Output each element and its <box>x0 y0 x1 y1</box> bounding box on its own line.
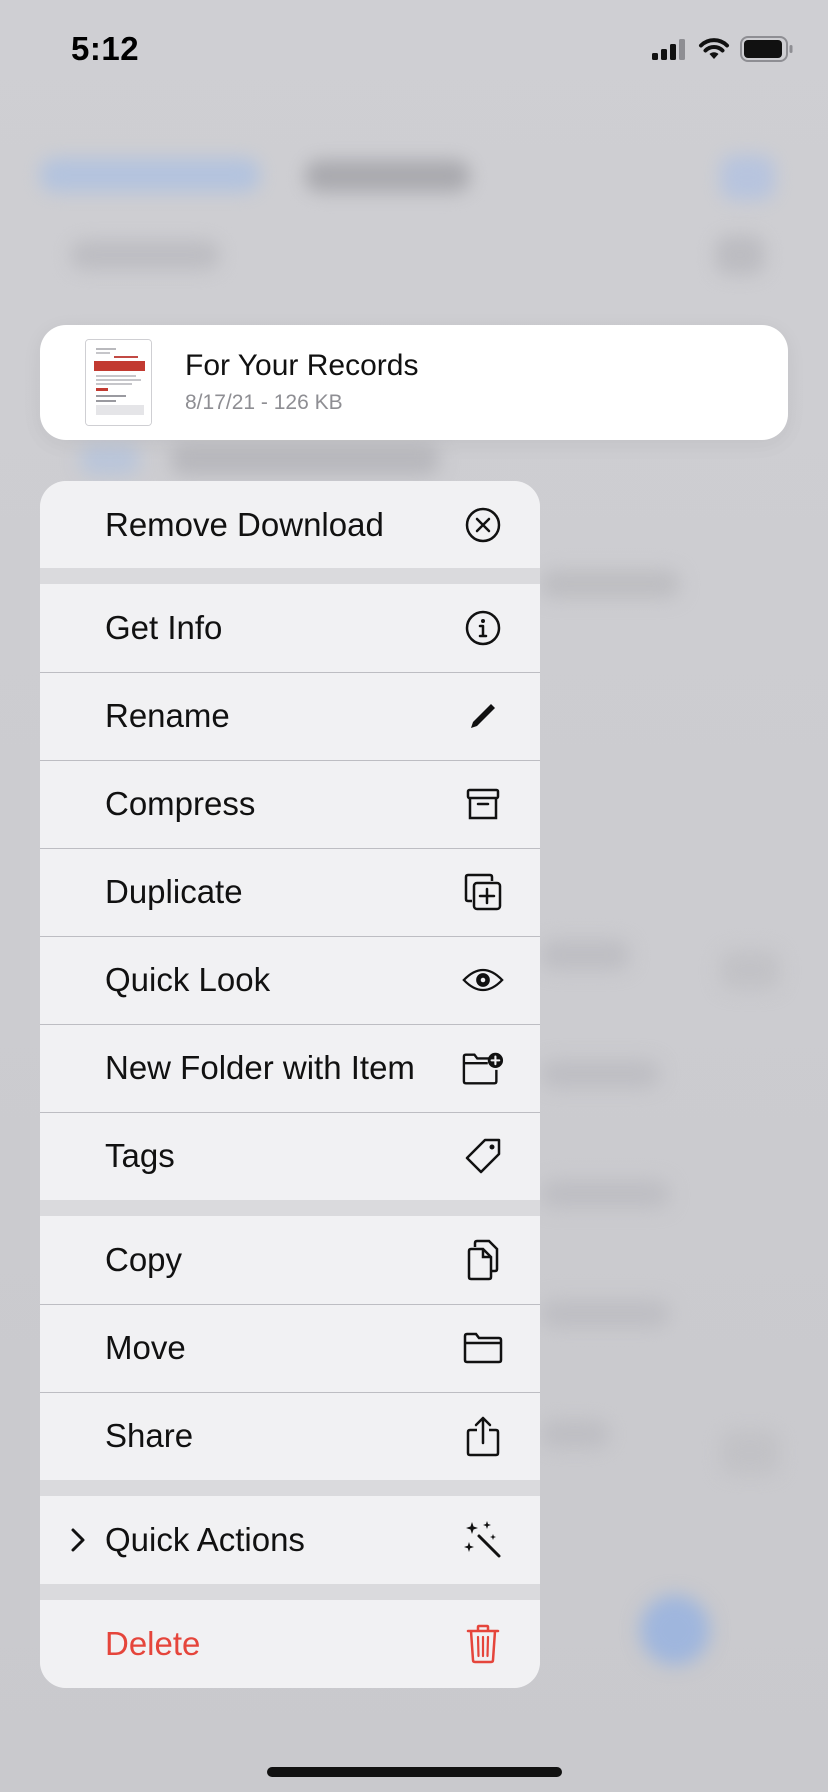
menu-section-separator <box>40 568 540 584</box>
home-indicator[interactable] <box>267 1767 562 1777</box>
menu-item-new-folder-with-item[interactable]: New Folder with Item <box>40 1024 540 1112</box>
info-circle-icon <box>462 607 504 649</box>
menu-item-label: Quick Look <box>105 961 271 998</box>
menu-item-label: Rename <box>105 697 230 734</box>
menu-item-get-info[interactable]: Get Info <box>40 584 540 672</box>
menu-item-label: New Folder with Item <box>105 1049 415 1086</box>
cellular-signal-icon <box>652 38 688 60</box>
square-and-arrow-up-icon <box>462 1415 504 1457</box>
pencil-icon <box>462 695 504 737</box>
status-time: 5:12 <box>71 30 140 67</box>
doc-on-doc-icon <box>462 1239 504 1281</box>
menu-item-quick-look[interactable]: Quick Look <box>40 936 540 1024</box>
file-meta: 8/17/21 - 126 KB <box>185 391 343 414</box>
menu-item-label: Compress <box>105 785 256 822</box>
menu-item-tags[interactable]: Tags <box>40 1112 540 1200</box>
folder-badge-plus-icon <box>462 1047 504 1089</box>
chevron-right-icon <box>68 1526 88 1554</box>
archivebox-icon <box>462 783 504 825</box>
menu-item-label: Tags <box>105 1137 175 1174</box>
menu-item-compress[interactable]: Compress <box>40 760 540 848</box>
context-menu: Remove Download Get Info Rename Compress… <box>40 481 540 1688</box>
folder-icon <box>462 1327 504 1369</box>
menu-section-separator <box>40 1480 540 1496</box>
file-preview-card: For Your Records 8/17/21 - 126 KB <box>40 325 788 440</box>
xmark-circle-icon <box>462 504 504 546</box>
menu-item-label: Get Info <box>105 609 223 646</box>
trash-icon <box>462 1623 504 1665</box>
menu-item-label: Share <box>105 1417 194 1454</box>
menu-item-remove-download[interactable]: Remove Download <box>40 481 540 568</box>
menu-item-label: Copy <box>105 1241 183 1278</box>
menu-item-rename[interactable]: Rename <box>40 672 540 760</box>
menu-item-label: Quick Actions <box>105 1521 305 1558</box>
menu-item-label: Move <box>105 1329 186 1366</box>
wifi-icon <box>698 37 730 61</box>
menu-item-move[interactable]: Move <box>40 1304 540 1392</box>
menu-item-quick-actions[interactable]: Quick Actions <box>40 1496 540 1584</box>
battery-icon <box>740 36 794 62</box>
menu-item-label: Remove Download <box>105 505 384 543</box>
plus-square-on-square-icon <box>462 871 504 913</box>
menu-item-copy[interactable]: Copy <box>40 1216 540 1304</box>
menu-item-label: Delete <box>105 1625 201 1662</box>
menu-section-separator <box>40 1200 540 1216</box>
menu-item-duplicate[interactable]: Duplicate <box>40 848 540 936</box>
file-title: For Your Records <box>185 349 419 382</box>
menu-item-label: Duplicate <box>105 873 243 910</box>
menu-item-delete[interactable]: Delete <box>40 1600 540 1688</box>
eye-icon <box>462 959 504 1001</box>
wand-and-stars-icon <box>462 1519 504 1561</box>
status-bar: 5:12 <box>0 0 828 100</box>
tag-icon <box>462 1135 504 1177</box>
document-thumbnail <box>85 339 152 426</box>
status-icons <box>652 36 794 62</box>
menu-item-share[interactable]: Share <box>40 1392 540 1480</box>
menu-section-separator <box>40 1584 540 1600</box>
